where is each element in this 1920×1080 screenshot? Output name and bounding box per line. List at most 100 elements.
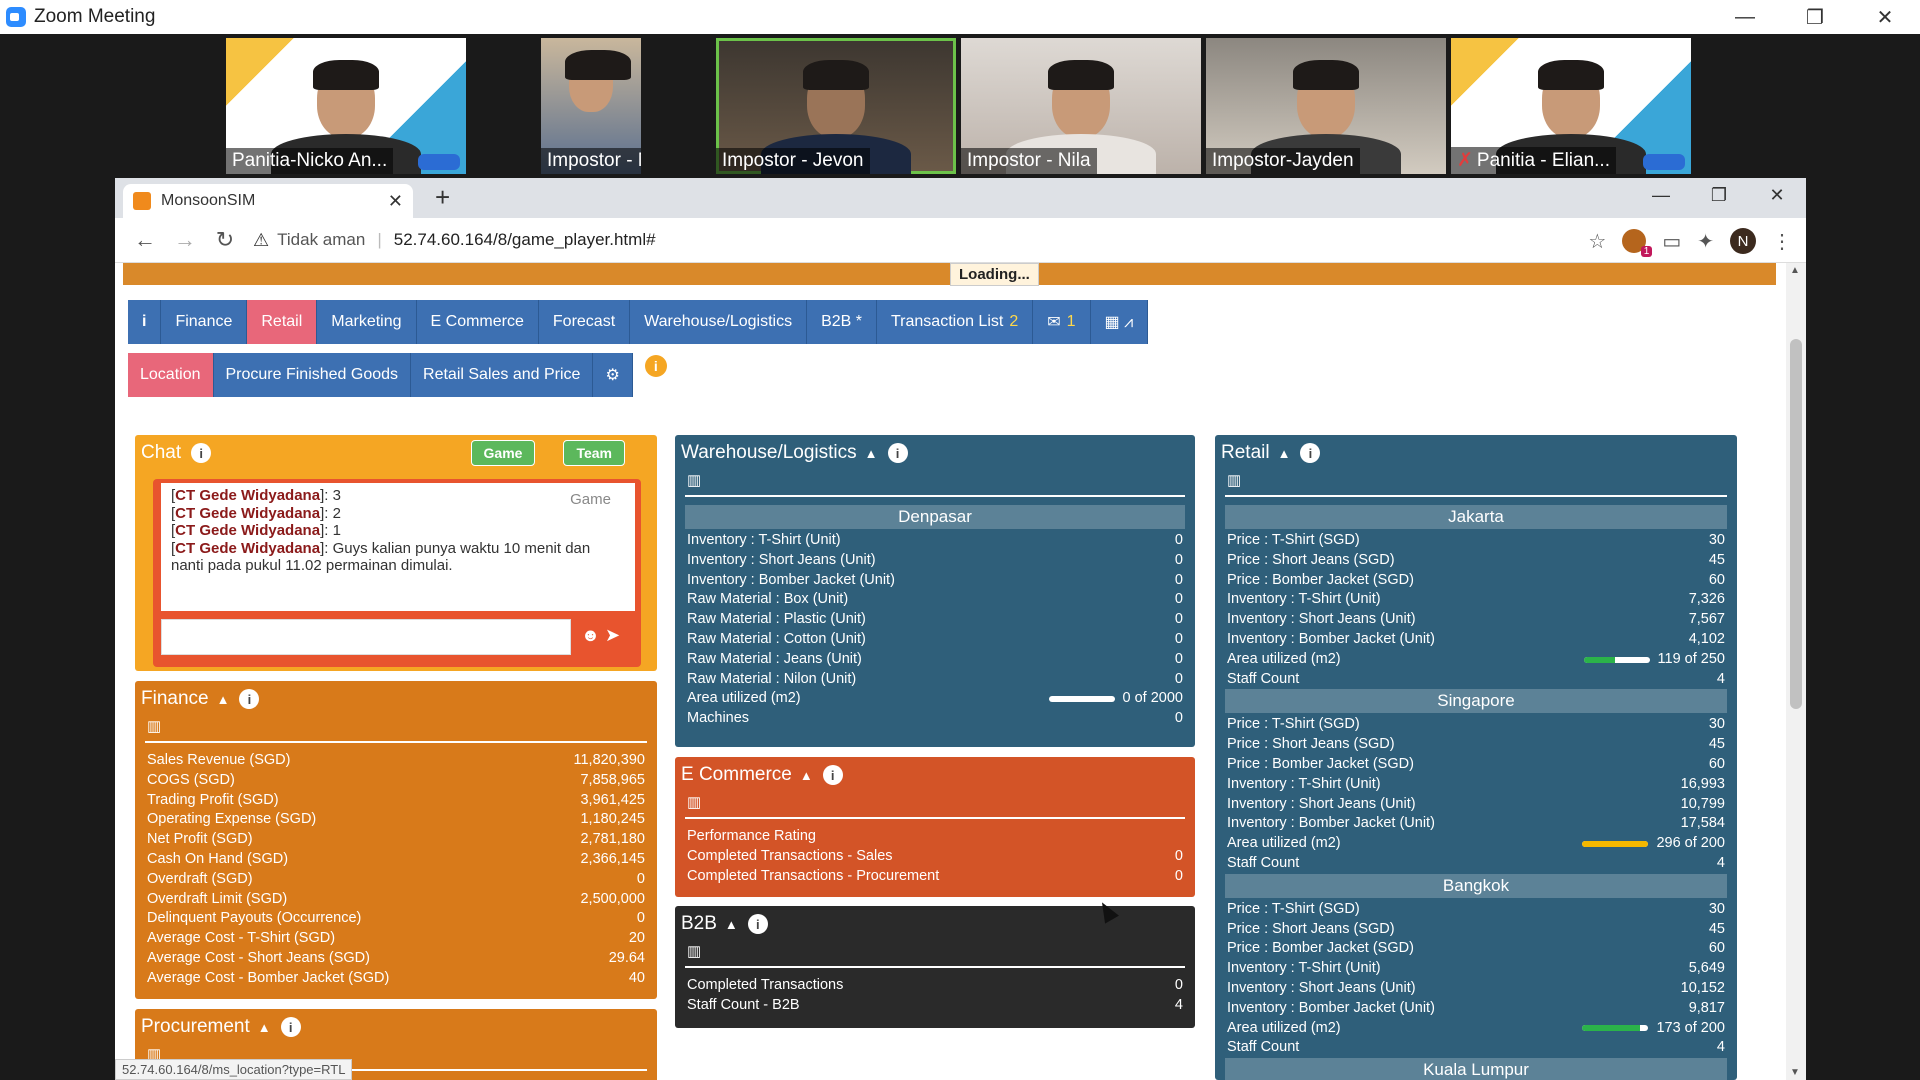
participant-video-active-speaker[interactable]: Impostor - Jevon	[716, 38, 956, 174]
row-value: 296 of 200	[1656, 835, 1725, 852]
b2b-info-icon[interactable]: i	[747, 914, 768, 934]
participant-video[interactable]: Impostor-Jayden	[1206, 38, 1446, 174]
tab-close-icon[interactable]: ✕	[388, 191, 403, 212]
scrollbar-thumb[interactable]	[1790, 339, 1802, 709]
participant-video[interactable]: Impostor - Matth...	[541, 38, 641, 174]
finance-row: Cash On Hand (SGD) 2,366,145	[135, 850, 657, 870]
bar-chart-icon[interactable]: ▥	[687, 942, 1195, 962]
profile-avatar[interactable]: N	[1730, 228, 1756, 254]
row-label: Completed Transactions - Sales	[687, 847, 893, 864]
message-count-badge: 1	[1066, 313, 1076, 330]
page-scrollbar[interactable]: ▲ ▼	[1786, 263, 1806, 1080]
browser-restore-button[interactable]: ❐	[1690, 178, 1748, 212]
nav-marketing[interactable]: Marketing	[317, 300, 417, 344]
collapse-caret-icon[interactable]: ▲	[258, 1020, 271, 1035]
subnav-procure-finished-goods[interactable]: Procure Finished Goods	[213, 353, 412, 397]
chat-team-tab[interactable]: Team	[563, 440, 625, 466]
nav-b2b[interactable]: B2B *	[807, 300, 877, 344]
chat-info-icon[interactable]: i	[191, 443, 212, 463]
row-label: Price : T-Shirt (SGD)	[1227, 716, 1360, 733]
tab-strip: MonsoonSIM ✕ + — ❐ ✕	[115, 178, 1806, 218]
row-label: Inventory : T-Shirt (Unit)	[1227, 960, 1381, 977]
row-value: 7,326	[1688, 591, 1725, 608]
subnav-location[interactable]: Location	[128, 353, 214, 397]
bookmark-star-icon[interactable]: ☆	[1588, 229, 1606, 254]
forward-icon[interactable]: →	[165, 227, 205, 253]
retail-info-icon[interactable]: i	[1300, 443, 1321, 463]
row-label: Raw Material : Cotton (Unit)	[687, 630, 866, 647]
loading-indicator: Loading...	[950, 263, 1039, 286]
media-router-icon[interactable]: ▭	[1662, 229, 1681, 254]
nav-info-button[interactable]: i	[128, 300, 162, 344]
browser-tab[interactable]: MonsoonSIM ✕	[123, 184, 413, 218]
warning-icon[interactable]: ⚠	[253, 230, 269, 251]
chat-log[interactable]: [CT Gede Widyadana]: 3 [CT Gede Widyadan…	[161, 483, 635, 611]
row-label: Operating Expense (SGD)	[147, 811, 317, 828]
participant-video[interactable]: Impostor - Nila	[961, 38, 1201, 174]
finance-info-icon[interactable]: i	[239, 689, 260, 709]
finance-row: COGS (SGD) 7,858,965	[135, 771, 657, 791]
close-button[interactable]: ✕	[1850, 0, 1920, 34]
browser-close-button[interactable]: ✕	[1748, 178, 1806, 212]
bar-chart-icon[interactable]: ▥	[687, 471, 1195, 491]
bar-chart-icon[interactable]: ▥	[1227, 471, 1737, 491]
chat-input[interactable]	[161, 619, 571, 655]
row-value: 40	[628, 969, 645, 986]
row-value: 7,567	[1688, 611, 1725, 628]
info-icon[interactable]: i	[644, 355, 667, 377]
send-icon[interactable]: ➤	[605, 625, 620, 645]
row-value: 2,500,000	[580, 890, 645, 907]
restore-button[interactable]: ❐	[1780, 0, 1850, 34]
retail-sub-nav: Location Procure Finished Goods Retail S…	[128, 353, 667, 397]
menu-kebab-icon[interactable]: ⋮	[1772, 229, 1792, 254]
subnav-retail-sales-and-price[interactable]: Retail Sales and Price	[411, 353, 594, 397]
bar-chart-icon[interactable]: ▥	[147, 717, 657, 737]
collapse-caret-icon[interactable]: ▲	[725, 917, 738, 932]
game-page: Loading... i Finance Retail Marketing E …	[115, 263, 1806, 1080]
row-label: Inventory : Short Jeans (Unit)	[1227, 795, 1416, 812]
back-icon[interactable]: ←	[125, 227, 165, 253]
ecommerce-row: Completed Transactions - Procurement 0	[675, 867, 1195, 887]
row-label: Performance Rating	[687, 828, 816, 844]
retail-row: Price : Short Jeans (SGD) 45	[1215, 735, 1737, 755]
extension-icon[interactable]: 1	[1622, 229, 1653, 257]
retail-row: Inventory : Bomber Jacket (Unit) 4,102	[1215, 630, 1737, 650]
omnibox[interactable]: ⚠ Tidak aman | 52.74.60.164/8/game_playe…	[253, 230, 656, 251]
collapse-caret-icon[interactable]: ▲	[217, 692, 230, 707]
nav-transaction-list[interactable]: Transaction List 2	[876, 300, 1034, 344]
participant-video[interactable]: ✗ Panitia - Elian...	[1451, 38, 1691, 174]
new-tab-button[interactable]: +	[435, 182, 450, 213]
subnav-globe-icon[interactable]: ⚙	[593, 353, 633, 397]
nav-dashboard-chart-icon[interactable]: ▦ ⩘	[1090, 300, 1149, 344]
participant-video[interactable]: Panitia-Nicko An...	[226, 38, 466, 174]
area-progress-bar	[1582, 1025, 1649, 1032]
procurement-info-icon[interactable]: i	[280, 1017, 301, 1037]
row-label: Raw Material : Plastic (Unit)	[687, 611, 866, 628]
nav-forecast[interactable]: Forecast	[538, 300, 631, 344]
retail-row: Price : T-Shirt (SGD) 30	[1215, 531, 1737, 551]
ecommerce-info-icon[interactable]: i	[822, 765, 843, 785]
emoji-icon[interactable]: ☻	[581, 625, 600, 645]
collapse-caret-icon[interactable]: ▲	[865, 446, 878, 461]
extensions-puzzle-icon[interactable]: ✦	[1697, 229, 1714, 254]
row-label: Price : T-Shirt (SGD)	[1227, 900, 1360, 917]
finance-row: Average Cost - Short Jeans (SGD) 29.64	[135, 949, 657, 969]
nav-retail[interactable]: Retail	[247, 300, 318, 344]
warehouse-row: Inventory : T-Shirt (Unit) 0	[675, 531, 1195, 551]
nav-warehouse-logistics[interactable]: Warehouse/Logistics	[630, 300, 808, 344]
chat-game-tab[interactable]: Game	[470, 440, 536, 466]
main-module-nav: i Finance Retail Marketing E Commerce Fo…	[128, 300, 1149, 344]
warehouse-info-icon[interactable]: i	[887, 443, 908, 463]
collapse-caret-icon[interactable]: ▲	[800, 768, 813, 783]
browser-minimize-button[interactable]: —	[1632, 178, 1690, 212]
retail-row: Inventory : T-Shirt (Unit) 7,326	[1215, 590, 1737, 610]
reload-icon[interactable]: ↻	[205, 227, 245, 253]
nav-messages[interactable]: ✉ 1	[1033, 300, 1091, 344]
collapse-caret-icon[interactable]: ▲	[1278, 446, 1291, 461]
retail-row: Inventory : Bomber Jacket (Unit) 9,817	[1215, 999, 1737, 1019]
row-label: Overdraft (SGD)	[147, 870, 253, 887]
nav-finance[interactable]: Finance	[161, 300, 248, 344]
nav-ecommerce[interactable]: E Commerce	[416, 300, 539, 344]
bar-chart-icon[interactable]: ▥	[687, 793, 1195, 813]
minimize-button[interactable]: —	[1710, 0, 1780, 34]
